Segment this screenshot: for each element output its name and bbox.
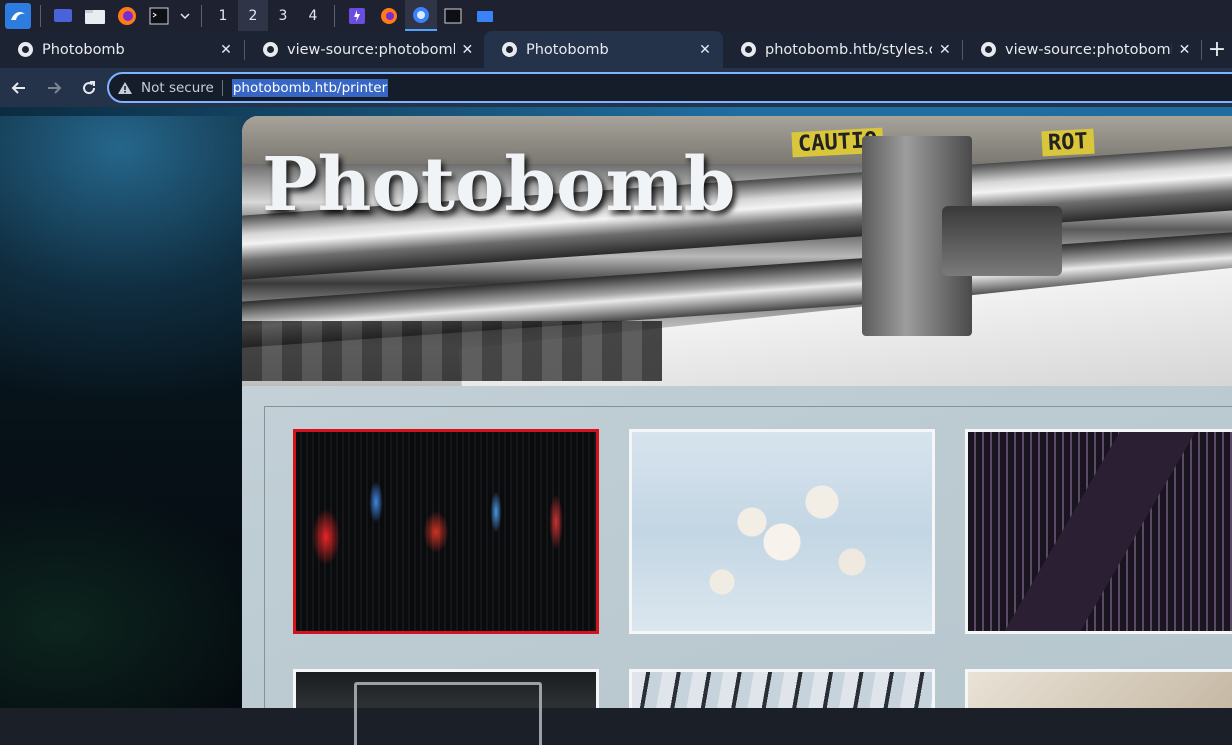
page-top-band xyxy=(0,107,1232,116)
taskbar-separator xyxy=(201,4,202,27)
tab-styles-css[interactable]: photobomb.htb/styles.css ✕ xyxy=(723,31,962,68)
gallery-photo-4[interactable] xyxy=(293,669,599,745)
new-tab-button[interactable]: + xyxy=(1202,31,1232,68)
banner-print-head-arm xyxy=(942,206,1062,276)
reload-button[interactable] xyxy=(73,72,105,104)
tab-view-source-1[interactable]: view-source:photobomb.htb ✕ xyxy=(245,31,484,68)
tab-strip: Photobomb ✕ view-source:photobomb.htb ✕ … xyxy=(0,31,1232,68)
close-icon[interactable]: ✕ xyxy=(1178,42,1191,58)
tab-title: Photobomb xyxy=(526,41,609,58)
gallery-photo-3[interactable] xyxy=(965,429,1232,634)
terminal-window-icon[interactable] xyxy=(437,0,469,31)
chromium-window-icon[interactable] xyxy=(405,0,437,31)
close-icon[interactable]: ✕ xyxy=(461,42,474,58)
folder-window-icon[interactable] xyxy=(469,0,501,31)
terminal-icon[interactable] xyxy=(146,3,172,29)
reload-icon xyxy=(83,80,96,94)
browser-toolbar: Not secure photobomb.htb/printer xyxy=(0,68,1232,107)
security-indicator[interactable]: Not secure xyxy=(117,79,232,96)
arrow-right-icon xyxy=(48,81,62,94)
page-title: Photobomb xyxy=(262,142,736,228)
kali-menu-icon[interactable] xyxy=(5,2,31,29)
warning-icon xyxy=(118,81,132,94)
tab-title: photobomb.htb/styles.css xyxy=(765,41,932,58)
taskbar-separator xyxy=(40,4,41,27)
gallery-photo-2[interactable] xyxy=(629,429,935,634)
site-favicon-icon xyxy=(263,42,278,57)
file-manager-icon[interactable] xyxy=(82,3,108,29)
caution-sign-2: ROT xyxy=(1041,128,1095,157)
tab-title: view-source:photobomb.htb xyxy=(287,41,455,58)
site-favicon-icon xyxy=(502,42,517,57)
burp-window-icon[interactable] xyxy=(341,0,373,31)
gallery-photo-1[interactable] xyxy=(293,429,599,634)
taskbar-separator xyxy=(334,4,335,27)
gallery-photo-6[interactable] xyxy=(965,669,1232,708)
security-label: Not secure xyxy=(141,79,214,96)
arrow-left-icon xyxy=(11,81,25,94)
tab-photobomb-active[interactable]: Photobomb ✕ xyxy=(484,31,723,68)
security-divider xyxy=(221,79,223,96)
site-favicon-icon xyxy=(18,42,33,57)
site-favicon-icon xyxy=(981,42,996,57)
chevron-down-icon[interactable] xyxy=(178,3,192,29)
tab-title: view-source:photobomb.htb xyxy=(1005,41,1172,58)
workspace-3[interactable]: 3 xyxy=(268,0,298,31)
tab-view-source-2[interactable]: view-source:photobomb.htb ✕ xyxy=(963,31,1201,68)
forward-button[interactable] xyxy=(38,72,70,104)
desktop-icon[interactable] xyxy=(50,3,76,29)
address-bar[interactable]: Not secure photobomb.htb/printer xyxy=(107,72,1232,103)
taskbar: 1 2 3 4 xyxy=(0,0,1232,31)
close-icon[interactable]: ✕ xyxy=(697,42,713,58)
back-button[interactable] xyxy=(3,72,35,104)
workspace-1[interactable]: 1 xyxy=(208,0,238,31)
close-icon[interactable]: ✕ xyxy=(938,42,952,58)
site-favicon-icon xyxy=(741,42,756,57)
url-text[interactable]: photobomb.htb/printer xyxy=(231,78,389,97)
header-banner: CAUTIO ROT Photobomb xyxy=(242,116,1232,386)
tab-title: Photobomb xyxy=(42,41,125,58)
gallery-photo-5[interactable] xyxy=(629,669,935,708)
tab-photobomb-1[interactable]: Photobomb ✕ xyxy=(0,31,244,68)
banner-shadow xyxy=(242,321,662,381)
close-icon[interactable]: ✕ xyxy=(218,42,234,58)
workspace-2[interactable]: 2 xyxy=(238,0,268,31)
firefox-window-icon[interactable] xyxy=(373,0,405,31)
workspace-4[interactable]: 4 xyxy=(298,0,328,31)
firefox-icon[interactable] xyxy=(114,3,140,29)
